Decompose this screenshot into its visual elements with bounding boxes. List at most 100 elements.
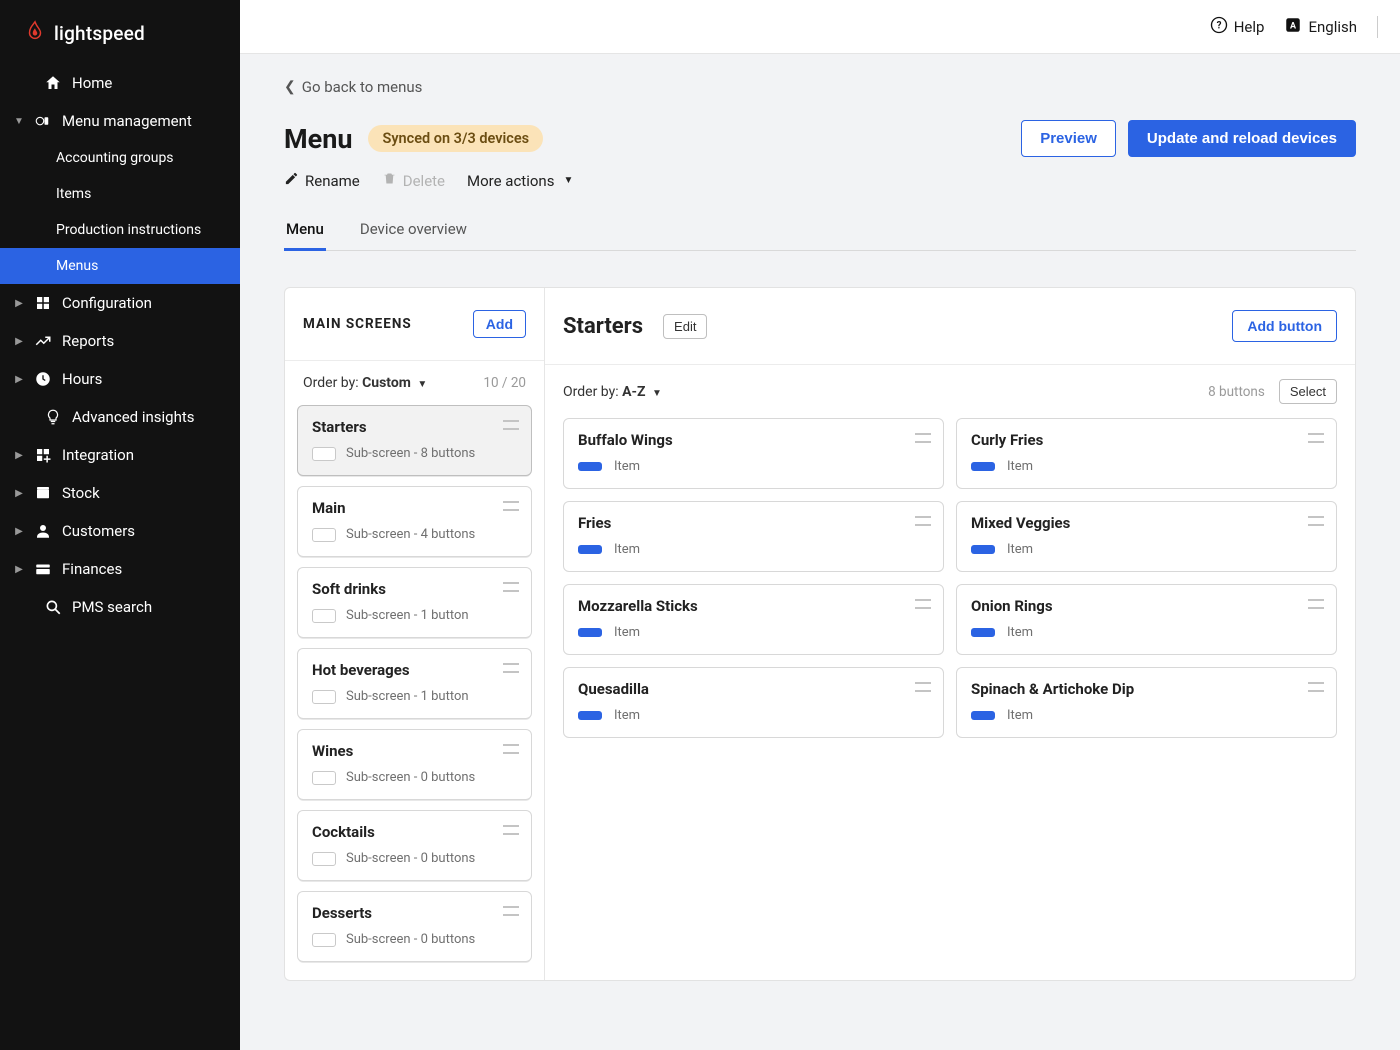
screen-title: Soft drinks (312, 580, 517, 598)
caret-down-icon: ▼ (652, 388, 662, 399)
page-header: Menu Synced on 3/3 devices Preview Updat… (284, 120, 1356, 157)
back-link[interactable]: ❮ Go back to menus (284, 78, 1356, 96)
drag-handle-icon[interactable] (915, 433, 931, 443)
items-panel-subhead: Order by: A-Z ▼ 8 buttons Select (545, 365, 1355, 418)
screen-card[interactable]: Hot beveragesSub-screen - 1 button (297, 648, 532, 719)
nav-reports[interactable]: ▶ Reports (0, 322, 240, 360)
item-card[interactable]: Curly FriesItem (956, 418, 1337, 489)
screens-count: 10 / 20 (483, 375, 526, 391)
order-by-control[interactable]: Order by: Custom ▼ (303, 375, 427, 391)
screen-list: StartersSub-screen - 8 buttons MainSub-sc… (285, 405, 544, 980)
drag-handle-icon[interactable] (503, 744, 519, 754)
menu-management-icon (34, 112, 52, 130)
screen-card[interactable]: CocktailsSub-screen - 0 buttons (297, 810, 532, 881)
help-link[interactable]: ? Help (1210, 16, 1265, 38)
item-subtitle: Item (578, 625, 929, 640)
page-title: Menu (284, 123, 352, 155)
main: ? Help A English ❮ Go back to menus Menu… (240, 0, 1400, 1050)
drag-handle-icon[interactable] (503, 663, 519, 673)
items-order-by-control[interactable]: Order by: A-Z ▼ (563, 384, 662, 400)
item-subtitle: Item (578, 708, 929, 723)
nav-production-instructions[interactable]: Production instructions (0, 212, 240, 248)
chevron-left-icon: ❮ (284, 79, 296, 95)
caret-down-icon: ▼ (563, 175, 573, 186)
nav-configuration[interactable]: ▶ Configuration (0, 284, 240, 322)
item-card[interactable]: Mozzarella SticksItem (563, 584, 944, 655)
nav-hours-label: Hours (62, 370, 102, 388)
screen-card[interactable]: WinesSub-screen - 0 buttons (297, 729, 532, 800)
color-swatch (578, 711, 602, 720)
nav-pms-search[interactable]: PMS search (0, 588, 240, 626)
drag-handle-icon[interactable] (503, 420, 519, 430)
screen-subtitle: Sub-screen - 1 button (312, 689, 517, 704)
drag-handle-icon[interactable] (1308, 682, 1324, 692)
rename-action[interactable]: Rename (284, 171, 360, 190)
nav-accounting-groups[interactable]: Accounting groups (0, 140, 240, 176)
drag-handle-icon[interactable] (503, 501, 519, 511)
drag-handle-icon[interactable] (503, 825, 519, 835)
nav-finances-label: Finances (62, 560, 122, 578)
color-swatch (312, 771, 336, 785)
color-swatch (578, 545, 602, 554)
screen-card[interactable]: DessertsSub-screen - 0 buttons (297, 891, 532, 962)
screen-title: Starters (312, 418, 517, 436)
edit-screen-button[interactable]: Edit (663, 314, 707, 339)
drag-handle-icon[interactable] (915, 599, 931, 609)
screen-subtitle: Sub-screen - 1 button (312, 608, 517, 623)
item-card[interactable]: Spinach & Artichoke DipItem (956, 667, 1337, 738)
drag-handle-icon[interactable] (1308, 433, 1324, 443)
items-order-by-value: A-Z (622, 384, 645, 400)
tab-device-overview[interactable]: Device overview (358, 210, 469, 250)
color-swatch (312, 528, 336, 542)
screen-card[interactable]: Soft drinks Sub-screen - 1 button (297, 567, 532, 638)
drag-handle-icon[interactable] (1308, 516, 1324, 526)
nav-advanced-insights[interactable]: Advanced insights (0, 398, 240, 436)
color-swatch (578, 628, 602, 637)
configuration-icon (34, 294, 52, 312)
drag-handle-icon[interactable] (503, 906, 519, 916)
caret-down-icon: ▼ (417, 379, 427, 390)
nav-finances[interactable]: ▶ Finances (0, 550, 240, 588)
drag-handle-icon[interactable] (915, 516, 931, 526)
color-swatch (312, 609, 336, 623)
drag-handle-icon[interactable] (1308, 599, 1324, 609)
item-card[interactable]: Onion RingsItem (956, 584, 1337, 655)
back-label: Go back to menus (302, 78, 423, 96)
item-card[interactable]: QuesadillaItem (563, 667, 944, 738)
item-card[interactable]: FriesItem (563, 501, 944, 572)
content: ❮ Go back to menus Menu Synced on 3/3 de… (240, 54, 1400, 1050)
item-card[interactable]: Mixed VeggiesItem (956, 501, 1337, 572)
items-panel-title: Starters (563, 314, 643, 339)
color-swatch (312, 447, 336, 461)
nav-items[interactable]: Items (0, 176, 240, 212)
nav-menu-management[interactable]: ▼ Menu management (0, 102, 240, 140)
nav-customers[interactable]: ▶ Customers (0, 512, 240, 550)
tab-menu[interactable]: Menu (284, 210, 326, 251)
item-subtitle: Item (971, 459, 1322, 474)
item-card[interactable]: Buffalo WingsItem (563, 418, 944, 489)
sync-badge: Synced on 3/3 devices (368, 125, 543, 152)
drag-handle-icon[interactable] (503, 582, 519, 592)
nav-integration[interactable]: ▶ Integration (0, 436, 240, 474)
update-reload-button[interactable]: Update and reload devices (1128, 120, 1356, 157)
nav-menus[interactable]: Menus (0, 248, 240, 284)
add-screen-button[interactable]: Add (473, 310, 526, 338)
language-selector[interactable]: A English (1284, 16, 1357, 38)
select-items-button[interactable]: Select (1279, 379, 1337, 404)
nav-home[interactable]: Home (0, 64, 240, 102)
reports-icon (34, 332, 52, 350)
nav-stock[interactable]: ▶ Stock (0, 474, 240, 512)
screen-card[interactable]: StartersSub-screen - 8 buttons (297, 405, 532, 476)
nav-customers-label: Customers (62, 522, 135, 540)
nav-hours[interactable]: ▶ Hours (0, 360, 240, 398)
search-icon (44, 598, 62, 616)
svg-text:A: A (1290, 21, 1297, 31)
drag-handle-icon[interactable] (915, 682, 931, 692)
preview-button[interactable]: Preview (1021, 120, 1116, 157)
screen-card[interactable]: MainSub-screen - 4 buttons (297, 486, 532, 557)
more-actions[interactable]: More actions ▼ (467, 172, 573, 190)
language-icon: A (1284, 16, 1302, 38)
brand-logo[interactable]: lightspeed (0, 0, 240, 64)
integration-icon (34, 446, 52, 464)
add-item-button[interactable]: Add button (1232, 310, 1337, 342)
